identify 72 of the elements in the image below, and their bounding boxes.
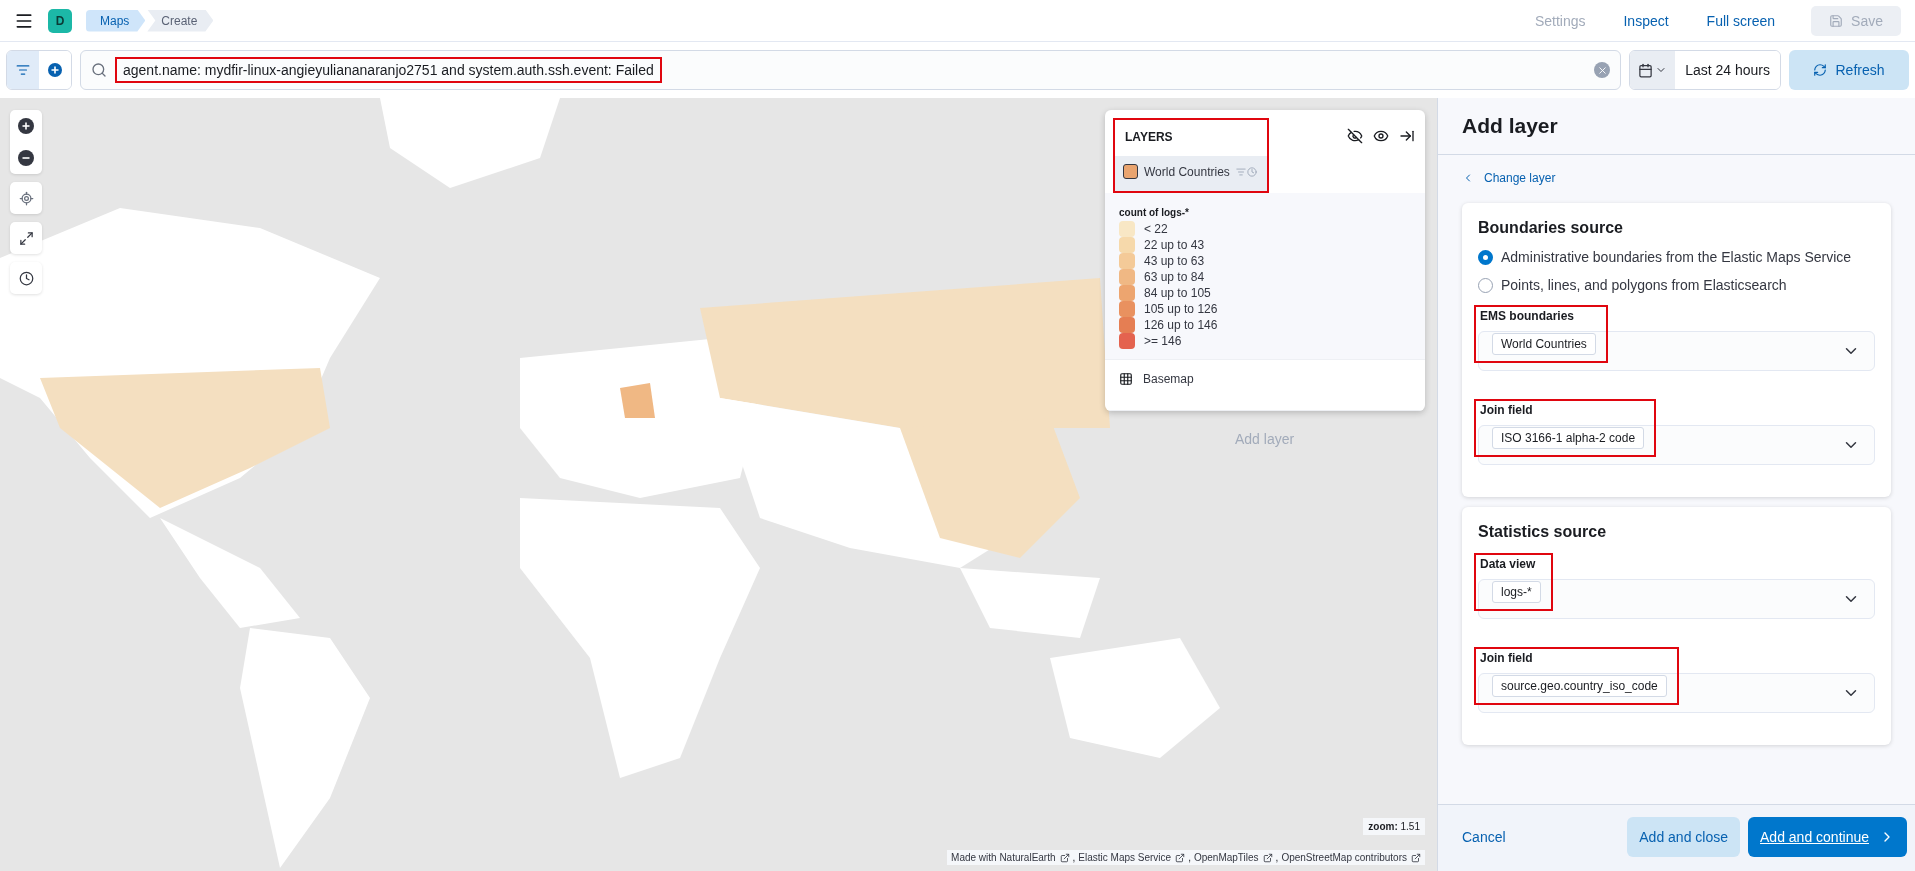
save-icon	[1829, 13, 1844, 28]
layer-name[interactable]: World Countries	[1144, 164, 1230, 179]
field-label: EMS boundaries	[1480, 309, 1575, 323]
breadcrumb[interactable]: Create	[147, 9, 214, 32]
attribution-link[interactable]: OpenMapTiles	[1193, 852, 1273, 863]
crosshair-icon	[18, 190, 34, 206]
selected-value: source.geo.country_iso_code	[1492, 675, 1667, 697]
field-label: Data view	[1480, 557, 1537, 571]
breadcrumb[interactable]: Maps	[86, 9, 146, 32]
clock-icon	[1246, 166, 1257, 177]
cancel-link[interactable]: Cancel	[1452, 829, 1620, 845]
field-label: Join field	[1480, 651, 1534, 665]
zoom-level: zoom: 1.51	[1363, 818, 1425, 835]
external-link-icon	[1175, 852, 1186, 863]
header-link[interactable]: Inspect	[1611, 12, 1681, 29]
space-avatar[interactable]: D	[48, 8, 72, 33]
external-link-icon	[1059, 852, 1070, 863]
minus-icon	[18, 150, 34, 166]
add-layer-hint: Add layer	[1235, 431, 1295, 447]
calendar-icon	[1638, 62, 1654, 78]
legend-label: < 22	[1144, 222, 1168, 236]
flyout-title: Add layer	[1438, 98, 1915, 155]
external-link-icon	[1262, 852, 1273, 863]
radio-option[interactable]: Administrative boundaries from the Elastic Maps Service	[1478, 249, 1875, 265]
attribution-link[interactable]: OpenStreetMap contributors	[1281, 852, 1421, 863]
x-icon	[1596, 64, 1608, 76]
legend-label: 63 up to 84	[1144, 270, 1205, 284]
date-picker-button[interactable]	[1630, 51, 1676, 89]
expand-icon	[18, 230, 34, 246]
filter-icon	[1235, 166, 1246, 177]
attribution-link[interactable]: Elastic Maps Service	[1078, 852, 1186, 863]
select-field[interactable]	[1478, 579, 1875, 619]
clock-icon	[18, 270, 34, 286]
filter-icon	[16, 63, 30, 77]
layer-row[interactable]: World Countries	[1115, 156, 1267, 191]
legend-label: 43 up to 63	[1144, 254, 1205, 268]
legend-label: 105 up to 126	[1144, 302, 1218, 316]
refresh-button[interactable]: Refresh	[1789, 50, 1909, 90]
layer-row[interactable]: Basemap	[1105, 359, 1425, 411]
add-and-continue-button[interactable]: Add and continue	[1748, 817, 1907, 857]
plus-icon	[47, 62, 63, 78]
attribution-link[interactable]: Made with NaturalEarth	[951, 852, 1070, 863]
radio-option[interactable]: Points, lines, and polygons from Elasticsearch	[1478, 277, 1875, 293]
legend-label: 22 up to 43	[1144, 238, 1205, 252]
legend-label: 84 up to 105	[1144, 286, 1211, 300]
attribution-separator: ,	[1275, 852, 1279, 863]
hide-all-icon[interactable]	[1347, 128, 1363, 144]
add-and-close-button[interactable]: Add and close	[1627, 817, 1740, 857]
show-all-icon[interactable]	[1373, 128, 1389, 144]
plus-icon	[18, 118, 34, 134]
refresh-icon	[1813, 63, 1828, 77]
query-field[interactable]: agent.name: mydfir-linux-angieyuliananaranjo2751 and system.auth.ssh.event: Failed	[80, 50, 1622, 90]
attribution-separator: ,	[1188, 852, 1191, 863]
legend-title: count of logs-*	[1119, 207, 1190, 218]
search-icon	[91, 62, 107, 78]
legend-label: >= 146	[1144, 334, 1182, 348]
grid-icon	[1119, 372, 1133, 386]
card-title: Statistics source	[1478, 523, 1608, 541]
panel-title: LAYERS	[1124, 129, 1174, 146]
collapse-icon[interactable]	[1399, 128, 1415, 144]
attribution-separator: ,	[1072, 852, 1076, 863]
back-link[interactable]: Change layer	[1462, 171, 1891, 185]
selected-value: ISO 3166-1 alpha-2 code	[1492, 427, 1645, 449]
legend-label: 126 up to 146	[1144, 318, 1218, 332]
header-link[interactable]: Full screen	[1694, 12, 1788, 29]
field-label: Join field	[1480, 403, 1534, 417]
card-title: Boundaries source	[1478, 219, 1624, 237]
layer-name[interactable]: Basemap	[1143, 372, 1194, 386]
selected-value: World Countries	[1492, 333, 1596, 355]
external-link-icon	[1411, 852, 1421, 863]
query-text: agent.name: mydfir-linux-angieyuliananaranjo2751 and system.auth.ssh.event: Failed	[115, 57, 662, 83]
selected-value: logs-*	[1492, 581, 1541, 603]
